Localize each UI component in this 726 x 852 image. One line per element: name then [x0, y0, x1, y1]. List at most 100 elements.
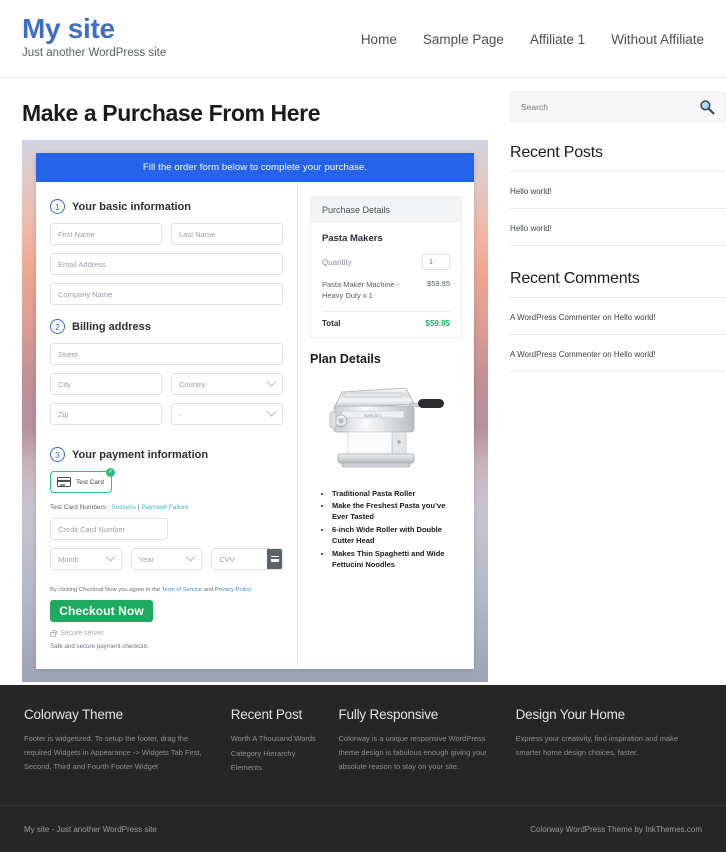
street-input[interactable]: Street	[50, 343, 283, 365]
site-branding[interactable]: My site Just another WordPress site	[22, 14, 167, 60]
email-input[interactable]: Email Address	[50, 253, 283, 275]
zip-state-row: Zip -	[50, 403, 283, 433]
nav-item-sample-page[interactable]: Sample Page	[423, 32, 504, 47]
step-2-heading: 2 Billing address	[50, 319, 283, 334]
footer-site-credit: My site - Just another WordPress site	[24, 824, 157, 834]
expiry-year-select[interactable]: Year	[130, 548, 203, 570]
test-divider: |	[137, 504, 140, 511]
expiry-month-text: Month	[58, 554, 79, 564]
recent-comment-link[interactable]: A WordPress Commenter on Hello world!	[510, 313, 656, 322]
footer-column-text: Footer is widgetized. To setup the foote…	[24, 734, 202, 771]
test-card-option[interactable]: Test Card ✓	[50, 468, 115, 493]
first-name-input[interactable]: First Name	[50, 223, 162, 245]
company-input[interactable]: Company Name	[50, 283, 283, 305]
recent-comment-link[interactable]: A WordPress Commenter on Hello world!	[510, 350, 656, 359]
nav-item-home[interactable]: Home	[361, 32, 397, 47]
search-icon[interactable]	[699, 99, 715, 115]
plan-details-heading: Plan Details	[310, 351, 381, 366]
total-label: Total	[322, 318, 341, 328]
list-item: Make the Freshest Pasta you’ve Ever Tast…	[332, 501, 462, 523]
quantity-input[interactable]: 1	[422, 254, 450, 270]
order-form-background: Fill the order form below to complete yo…	[22, 140, 488, 682]
test-card-numbers-prefix: Test Card Numbers :	[50, 504, 110, 511]
zip-input[interactable]: Zip	[50, 403, 162, 425]
country-select-text: Country	[179, 379, 206, 389]
expiry-cvv-row: Month Year CVV	[50, 548, 284, 578]
footer-column-colorway-theme: Colorway Theme Footer is widgetized. To …	[24, 707, 231, 787]
expiry-year-text: Year	[138, 554, 154, 564]
footer-column-title: Colorway Theme	[24, 707, 123, 722]
step-1-label: Your basic information	[72, 200, 191, 213]
checkout-now-button[interactable]: Checkout Now	[50, 600, 153, 622]
list-item: A WordPress Commenter on Hello world!	[510, 298, 726, 335]
terms-of-service-link[interactable]: Term of Service	[162, 587, 202, 593]
order-form-body: 1 Your basic information First Name Last…	[36, 182, 474, 669]
svg-text:MARCATO: MARCATO	[364, 414, 381, 418]
page-root: My site Just another WordPress site Home…	[0, 0, 726, 852]
step-3-label: Your payment information	[72, 448, 209, 461]
cvv-input[interactable]: CVV	[211, 548, 284, 570]
expiry-month-select[interactable]: Month	[50, 548, 122, 570]
recent-post-link[interactable]: Hello world!	[510, 187, 552, 196]
zip-input-text: Zip	[58, 409, 69, 419]
footer-column-text: Express your creativity, find inspiratio…	[515, 734, 679, 757]
quantity-row: Quantity 1	[322, 254, 450, 270]
step-2-label: Billing address	[72, 320, 151, 333]
footer-column-fully-responsive: Fully Responsive Colorway is a unique re…	[338, 707, 515, 787]
nav-item-affiliate-1[interactable]: Affiliate 1	[530, 32, 585, 47]
divider	[322, 310, 450, 312]
name-row: First Name Last Name	[50, 223, 283, 253]
footer-column-design-your-home: Design Your Home Express your creativity…	[516, 707, 702, 787]
site-tagline: Just another WordPress site	[22, 47, 167, 60]
content-main: Make a Purchase From Here Fill the order…	[22, 78, 488, 685]
footer-column-text: Colorway is a unique responsive WordPres…	[338, 734, 487, 771]
chevron-down-icon	[185, 551, 196, 562]
list-item[interactable]: Worth A Thousand Words	[231, 732, 321, 747]
line-item-price: $59.95	[427, 279, 450, 288]
credit-card-number-input[interactable]: Credit Card Number	[50, 518, 168, 540]
test-card-numbers-line: Test Card Numbers : Success | Payment Fa…	[50, 504, 283, 511]
nav-item-without-affiliate[interactable]: Without Affiliate	[611, 32, 704, 47]
last-name-input[interactable]: Last Name	[171, 223, 283, 245]
cvv-text: CVV	[219, 554, 235, 564]
city-input[interactable]: City	[50, 373, 162, 395]
quantity-label: Quantity	[322, 257, 352, 267]
sidebar: Recent Posts Hello world! Hello world! R…	[510, 78, 726, 685]
order-form-fields-column: 1 Your basic information First Name Last…	[36, 182, 298, 669]
site-title[interactable]: My site	[22, 14, 166, 44]
test-success-link[interactable]: Success	[111, 504, 136, 511]
test-failure-link[interactable]: Payment Failure	[141, 504, 188, 511]
list-item: Hello world!	[510, 209, 726, 246]
country-select[interactable]: Country	[171, 373, 283, 395]
site-header: My site Just another WordPress site Home…	[0, 0, 726, 78]
check-circle-icon: ✓	[106, 468, 115, 477]
footer-theme-credit[interactable]: Colorway WordPress Theme by InkThemes.co…	[530, 825, 702, 834]
list-item[interactable]: Category Hierarchy	[231, 747, 321, 762]
step-3-number: 3	[50, 447, 65, 462]
secure-server-label: Secure server	[60, 630, 104, 637]
footer-bottom-bar: My site - Just another WordPress site Co…	[0, 805, 726, 852]
purchase-details-body: Pasta Makers Quantity 1 Pasta Maker Mach…	[311, 223, 461, 337]
purchase-details-card: Purchase Details Pasta Makers Quantity 1…	[310, 196, 462, 338]
privacy-policy-link[interactable]: Privacy Policy	[215, 587, 251, 593]
terms-prefix: By clicking Checkout Now you agree to th…	[50, 587, 161, 593]
safe-checkout-note: Safe and secure payment checkout.	[50, 643, 149, 650]
chevron-down-icon	[105, 551, 116, 562]
search-input[interactable]	[521, 102, 699, 112]
list-item: A WordPress Commenter on Hello world!	[510, 335, 726, 372]
recent-comments-list: A WordPress Commenter on Hello world! A …	[510, 298, 726, 372]
list-item: 6-inch Wide Roller with Double Cutter He…	[332, 525, 462, 547]
order-form-banner: Fill the order form below to complete yo…	[36, 153, 474, 182]
primary-navigation: Home Sample Page Affiliate 1 Without Aff…	[361, 14, 704, 47]
page-title: Make a Purchase From Here	[22, 100, 321, 126]
content-wrap: Make a Purchase From Here Fill the order…	[0, 78, 726, 685]
city-input-text: City	[58, 379, 71, 389]
recent-post-link[interactable]: Hello world!	[510, 224, 552, 233]
step-1-heading: 1 Your basic information	[50, 199, 283, 214]
product-name: Pasta Makers	[322, 233, 383, 244]
list-item[interactable]: Elements	[231, 761, 321, 776]
state-select[interactable]: -	[171, 403, 283, 425]
order-form-card: Fill the order form below to complete yo…	[36, 153, 474, 669]
widget-title: Recent Comments	[510, 270, 726, 298]
list-item: Traditional Pasta Roller	[332, 489, 462, 500]
